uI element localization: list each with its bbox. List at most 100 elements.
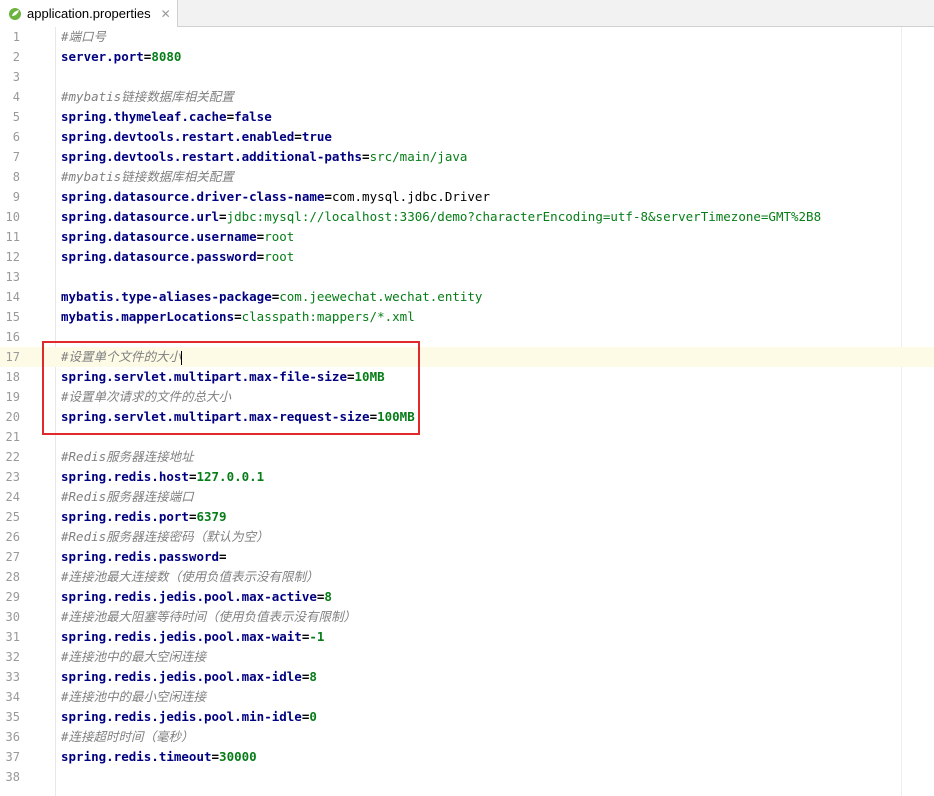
code-text: #Redis服务器连接端口 — [61, 487, 194, 507]
code-line[interactable]: 34 #连接池中的最小空闲连接 — [0, 687, 934, 707]
line-number: 7 — [12, 150, 20, 164]
line-number: 30 — [5, 610, 20, 624]
code-line[interactable]: 8 #mybatis链接数据库相关配置 — [0, 167, 934, 187]
line-number: 29 — [5, 590, 20, 604]
line-number: 13 — [5, 270, 20, 284]
code-text: spring.thymeleaf.cache=false — [61, 107, 272, 127]
equals-sign: = — [226, 109, 235, 124]
code-line[interactable]: 13 — [0, 267, 934, 287]
code-text: #mybatis链接数据库相关配置 — [61, 87, 234, 107]
property-value: 0 — [309, 709, 317, 724]
comment-text: #mybatis链接数据库相关配置 — [61, 169, 234, 184]
property-value: com.jeewechat.wechat.entity — [279, 289, 483, 304]
code-line[interactable]: 35 spring.redis.jedis.pool.min-idle=0 — [0, 707, 934, 727]
code-line[interactable]: 23 spring.redis.host=127.0.0.1 — [0, 467, 934, 487]
comment-text: #连接池中的最大空闲连接 — [61, 649, 207, 664]
code-line[interactable]: 37 spring.redis.timeout=30000 — [0, 747, 934, 767]
property-key: spring.thymeleaf.cache — [61, 109, 227, 124]
code-line[interactable]: 15 mybatis.mapperLocations=classpath:mapp… — [0, 307, 934, 327]
code-line[interactable]: 6 spring.devtools.restart.enabled=true — [0, 127, 934, 147]
code-line[interactable]: 4 #mybatis链接数据库相关配置 — [0, 87, 934, 107]
code-line[interactable]: 26 #Redis服务器连接密码（默认为空） — [0, 527, 934, 547]
property-key: spring.redis.host — [61, 469, 189, 484]
property-key: spring.redis.jedis.pool.min-idle — [61, 709, 302, 724]
property-value: false — [234, 109, 272, 124]
property-value: jdbc:mysql://localhost:3306/demo?charact… — [226, 209, 822, 224]
property-key: spring.redis.jedis.pool.max-wait — [61, 629, 302, 644]
code-line[interactable]: 12 spring.datasource.password=root — [0, 247, 934, 267]
property-value: 6379 — [196, 509, 227, 524]
code-line[interactable]: 29 spring.redis.jedis.pool.max-active=8 — [0, 587, 934, 607]
property-key: spring.devtools.restart.additional-paths — [61, 149, 363, 164]
code-line[interactable]: 22 #Redis服务器连接地址 — [0, 447, 934, 467]
code-text: #连接超时时间（毫秒） — [61, 727, 194, 747]
comment-text: #Redis服务器连接地址 — [61, 449, 194, 464]
line-number: 4 — [12, 90, 20, 104]
line-number: 22 — [5, 450, 20, 464]
comment-text: #Redis服务器连接端口 — [61, 489, 194, 504]
line-number: 11 — [5, 230, 20, 244]
line-number: 31 — [5, 630, 20, 644]
code-line[interactable]: 3 — [0, 67, 934, 87]
code-line[interactable]: 38 — [0, 767, 934, 787]
equals-sign: = — [324, 189, 332, 204]
line-number: 35 — [5, 710, 20, 724]
code-text: spring.redis.password= — [61, 547, 227, 567]
line-number: 23 — [5, 470, 20, 484]
property-value: classpath:mappers/*.xml — [241, 309, 415, 324]
line-number: 38 — [5, 770, 20, 784]
code-text: spring.datasource.password=root — [61, 247, 294, 267]
property-value: src/main/java — [369, 149, 468, 164]
code-line[interactable]: 10 spring.datasource.url=jdbc:mysql://loc… — [0, 207, 934, 227]
code-line[interactable]: 11 spring.datasource.username=root — [0, 227, 934, 247]
code-text: #连接池中的最小空闲连接 — [61, 687, 206, 707]
code-line[interactable]: 33 spring.redis.jedis.pool.max-idle=8 — [0, 667, 934, 687]
code-text: spring.redis.jedis.pool.max-idle=8 — [61, 667, 317, 687]
code-line[interactable]: 1 #端口号 — [0, 27, 934, 47]
comment-text: #连接池最大连接数（使用负值表示没有限制） — [61, 569, 319, 584]
close-icon[interactable]: ✕ — [161, 7, 171, 21]
property-value: 8 — [309, 669, 317, 684]
code-text: mybatis.type-aliases-package=com.jeewech… — [61, 287, 482, 307]
code-text: #端口号 — [61, 27, 106, 47]
code-line[interactable]: 9 spring.datasource.driver-class-name=com… — [0, 187, 934, 207]
property-key: spring.datasource.username — [61, 229, 257, 244]
tab-title: application.properties — [27, 6, 151, 21]
code-line[interactable]: 2 server.port=8080 — [0, 47, 934, 67]
equals-sign: = — [294, 129, 302, 144]
code-line[interactable]: 32 #连接池中的最大空闲连接 — [0, 647, 934, 667]
code-text: spring.datasource.username=root — [61, 227, 294, 247]
code-line[interactable]: 28 #连接池最大连接数（使用负值表示没有限制） — [0, 567, 934, 587]
code-line[interactable]: 36 #连接超时时间（毫秒） — [0, 727, 934, 747]
code-line[interactable]: 5 spring.thymeleaf.cache=false — [0, 107, 934, 127]
comment-text: #连接池中的最小空闲连接 — [61, 689, 207, 704]
line-number: 10 — [5, 210, 20, 224]
property-value: 8 — [324, 589, 332, 604]
line-number: 24 — [5, 490, 20, 504]
code-text: #mybatis链接数据库相关配置 — [61, 167, 234, 187]
property-key: mybatis.type-aliases-package — [61, 289, 272, 304]
line-number: 14 — [5, 290, 20, 304]
line-number: 3 — [12, 70, 20, 84]
code-line[interactable]: 14 mybatis.type-aliases-package=com.jeewe… — [0, 287, 934, 307]
comment-text: #Redis服务器连接密码（默认为空） — [61, 529, 269, 544]
tab-application-properties[interactable]: application.properties ✕ — [0, 0, 178, 27]
property-key: spring.datasource.password — [61, 249, 257, 264]
code-line[interactable]: 27 spring.redis.password= — [0, 547, 934, 567]
code-line[interactable]: 24 #Redis服务器连接端口 — [0, 487, 934, 507]
line-number: 5 — [12, 110, 20, 124]
line-number: 32 — [5, 650, 20, 664]
code-line[interactable]: 25 spring.redis.port=6379 — [0, 507, 934, 527]
comment-text: #端口号 — [61, 29, 107, 44]
line-number: 27 — [5, 550, 20, 564]
editor-tab-bar: application.properties ✕ — [0, 0, 934, 27]
property-value: 8080 — [151, 49, 182, 64]
line-number: 2 — [12, 50, 20, 64]
code-text: spring.datasource.driver-class-name=com.… — [61, 187, 490, 207]
code-line[interactable]: 31 spring.redis.jedis.pool.max-wait=-1 — [0, 627, 934, 647]
property-key: spring.redis.password — [61, 549, 220, 564]
code-text: server.port=8080 — [61, 47, 181, 67]
code-line[interactable]: 7 spring.devtools.restart.additional-path… — [0, 147, 934, 167]
code-text: #Redis服务器连接地址 — [61, 447, 194, 467]
code-line[interactable]: 30 #连接池最大阻塞等待时间（使用负值表示没有限制） — [0, 607, 934, 627]
